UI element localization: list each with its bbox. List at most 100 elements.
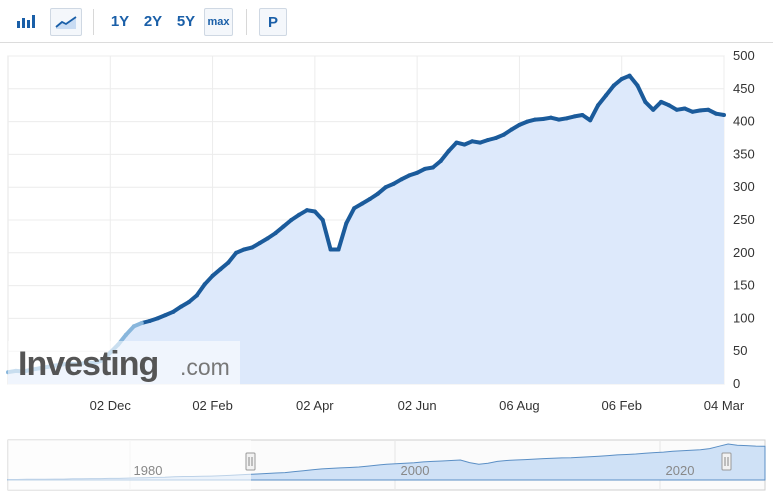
- data-point: [249, 245, 254, 250]
- data-point: [556, 117, 561, 122]
- data-point: [297, 212, 302, 217]
- navigator-left-handle[interactable]: [245, 452, 256, 471]
- data-point: [210, 273, 215, 278]
- y-tick-label: 0: [733, 376, 740, 391]
- y-axis-labels: 0 50 100 150 200 250 300 350 400 450 500: [733, 48, 755, 391]
- data-point: [155, 316, 160, 321]
- range-1y-button[interactable]: 1Y: [106, 8, 134, 34]
- data-point: [242, 247, 247, 252]
- x-tick-label: 02 Feb: [192, 398, 232, 413]
- y-tick-label: 500: [733, 48, 755, 63]
- data-point: [352, 206, 357, 211]
- data-point: [525, 119, 530, 124]
- navigator-label: 2000: [401, 463, 430, 478]
- toolbar-separator: [93, 9, 94, 35]
- data-point: [509, 127, 514, 132]
- data-point: [344, 221, 349, 226]
- y-tick-label: 100: [733, 310, 755, 325]
- x-tick-label: 02 Jun: [398, 398, 437, 413]
- data-point: [651, 107, 656, 112]
- navigator-label: 1980: [134, 463, 163, 478]
- data-point: [281, 224, 286, 229]
- data-point: [186, 300, 191, 304]
- x-tick-label: 02 Dec: [90, 398, 132, 413]
- data-point: [375, 191, 380, 196]
- data-point: [580, 113, 585, 118]
- data-point: [391, 181, 396, 186]
- price-chart-svg: 050100150200250300350400450500 02 Dec 02 …: [6, 48, 755, 413]
- y-tick-label: 150: [733, 278, 755, 293]
- range-2y-button[interactable]: 2Y: [139, 8, 167, 34]
- data-point: [454, 140, 459, 145]
- navigator-svg[interactable]: 1980 2000 2020: [0, 438, 773, 494]
- data-point: [171, 309, 176, 314]
- toolbar-separator: [246, 9, 247, 35]
- data-point: [627, 73, 632, 78]
- navigator-label: 2020: [666, 463, 695, 478]
- data-point: [407, 173, 412, 178]
- bar-chart-icon[interactable]: [12, 8, 42, 34]
- data-point: [312, 209, 317, 214]
- chart-toolbar: 1Y 2Y 5Y max P: [0, 0, 773, 43]
- x-tick-label: 02 Apr: [296, 398, 334, 413]
- data-point: [163, 313, 168, 318]
- data-point: [533, 117, 538, 122]
- data-point: [714, 111, 719, 116]
- data-point: [399, 177, 404, 182]
- data-point: [706, 107, 711, 112]
- x-tick-label: 04 Mar: [704, 398, 745, 413]
- data-point: [430, 165, 435, 170]
- range-max-button[interactable]: max: [204, 8, 233, 36]
- data-point: [690, 109, 695, 114]
- y-tick-label: 350: [733, 146, 755, 161]
- data-point: [635, 83, 640, 88]
- line-chart-icon[interactable]: [50, 8, 82, 36]
- data-point: [336, 247, 341, 252]
- data-point: [548, 115, 553, 120]
- data-point: [438, 158, 443, 163]
- data-point: [139, 320, 144, 325]
- data-point: [564, 116, 569, 121]
- data-point: [588, 118, 593, 123]
- y-tick-label: 400: [733, 114, 755, 129]
- data-point: [493, 136, 498, 140]
- data-point: [202, 282, 207, 287]
- data-point: [289, 218, 294, 222]
- data-point: [320, 218, 325, 222]
- data-point: [666, 103, 671, 108]
- data-point: [218, 267, 223, 272]
- data-point: [415, 170, 420, 175]
- data-point: [674, 107, 679, 112]
- data-point: [572, 114, 577, 119]
- data-point: [328, 247, 333, 252]
- range-5y-button[interactable]: 5Y: [172, 8, 200, 34]
- y-tick-label: 450: [733, 81, 755, 96]
- navigator-right-handle[interactable]: [721, 452, 732, 471]
- x-tick-label: 06 Aug: [499, 398, 540, 413]
- watermark-brand: Investing: [18, 345, 158, 383]
- data-point: [659, 99, 664, 104]
- data-point: [517, 122, 522, 127]
- data-point: [179, 304, 184, 309]
- data-point: [304, 208, 309, 213]
- data-point: [603, 93, 608, 98]
- data-point: [124, 332, 129, 337]
- data-point: [383, 185, 388, 190]
- data-point: [596, 103, 601, 108]
- y-tick-label: 50: [733, 343, 747, 358]
- y-tick-label: 200: [733, 245, 755, 260]
- data-point: [147, 319, 152, 324]
- y-tick-label: 300: [733, 179, 755, 194]
- data-point: [265, 236, 270, 241]
- data-point: [470, 139, 475, 144]
- data-point: [462, 142, 467, 147]
- data-point: [367, 197, 372, 202]
- data-point: [619, 76, 624, 81]
- data-point: [194, 293, 199, 298]
- x-axis-labels: 02 Dec 02 Feb 02 Apr 02 Jun 06 Aug 06 Feb 04 M…: [90, 398, 745, 413]
- data-point: [611, 83, 616, 88]
- price-p-button[interactable]: P: [259, 8, 287, 36]
- navigator[interactable]: 1980 2000 2020: [0, 438, 773, 494]
- navigator-unselected-mask: [8, 440, 251, 490]
- data-point: [541, 116, 546, 121]
